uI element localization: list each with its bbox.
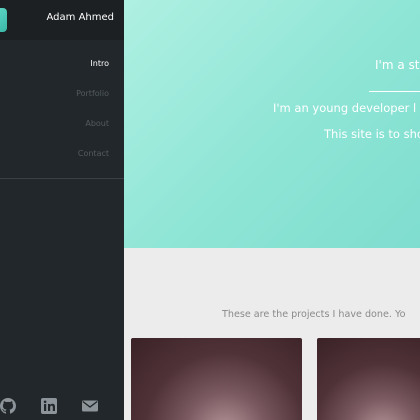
hero-title: I'm a st [375,58,420,72]
hero-text-line-2: This site is to sho [324,127,420,141]
hero-text-line-1: I'm an young developer l [273,101,417,115]
sidebar-header: Adam Ahmed [0,0,124,40]
github-icon[interactable] [0,398,16,414]
nav-item-about[interactable]: About [0,112,124,142]
nav-item-intro[interactable]: Intro [0,52,124,82]
avatar[interactable] [0,8,7,32]
sidebar: Adam Ahmed Intro Portfolio About Contact [0,0,124,420]
project-card[interactable] [131,338,302,420]
project-card[interactable] [317,338,420,420]
sidebar-nav: Intro Portfolio About Contact [0,52,124,172]
hero-section: I'm a st I'm an young developer l This s… [124,0,420,248]
profile-name: Adam Ahmed [46,12,114,23]
social-links [0,398,124,414]
linkedin-icon[interactable] [41,398,57,414]
hero-divider [369,91,420,92]
nav-item-contact[interactable]: Contact [0,142,124,172]
projects-intro-text: These are the projects I have done. Yo [222,309,406,320]
mail-icon[interactable] [82,398,98,414]
projects-section: These are the projects I have done. Yo [124,248,420,420]
nav-item-portfolio[interactable]: Portfolio [0,82,124,112]
sidebar-divider [0,178,124,179]
